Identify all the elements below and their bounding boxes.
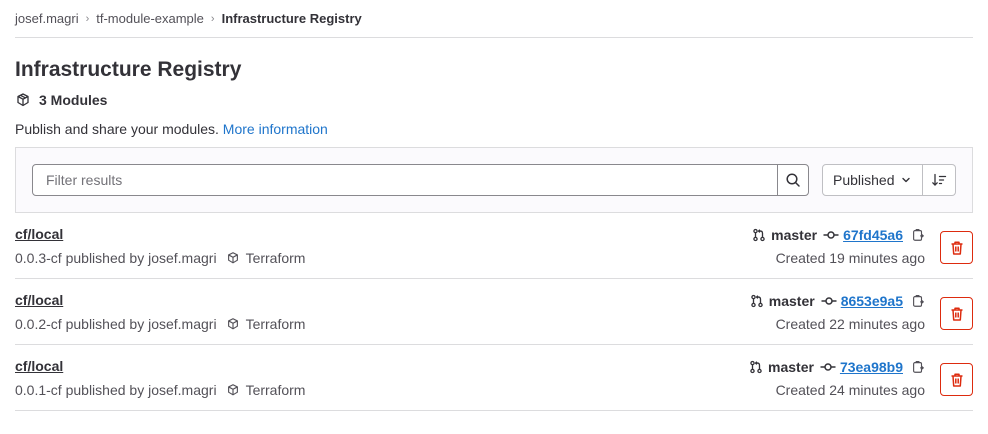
terraform-icon — [226, 317, 240, 331]
branch-name: master — [771, 227, 818, 243]
delete-button[interactable] — [940, 363, 973, 396]
copy-icon[interactable] — [911, 228, 925, 242]
more-information-link[interactable]: More information — [223, 121, 328, 137]
search-box — [32, 164, 809, 196]
package-icon — [15, 92, 31, 108]
terraform-icon — [226, 383, 240, 397]
module-source: master 67fd45a6 — [752, 226, 925, 244]
branch-name: master — [768, 359, 814, 375]
breadcrumb-user[interactable]: josef.magri — [15, 11, 79, 26]
module-count: 3 Modules — [15, 91, 973, 109]
merge-request-icon — [750, 294, 764, 308]
module-row: cf/local 0.0.1-cf published by josef.mag… — [15, 345, 973, 411]
commit-sha-link[interactable]: 73ea98b9 — [840, 359, 903, 375]
created-time: Created 24 minutes ago — [775, 382, 925, 398]
chevron-down-icon — [900, 174, 912, 186]
delete-button[interactable] — [940, 231, 973, 264]
sort-lowest-icon — [931, 172, 947, 188]
trash-icon — [949, 306, 965, 322]
page-title: Infrastructure Registry — [15, 58, 242, 81]
copy-icon[interactable] — [911, 360, 925, 374]
module-source: master 8653e9a5 — [750, 292, 925, 310]
module-name-link[interactable]: cf/local — [15, 226, 63, 242]
sort-control: Published — [822, 164, 956, 196]
module-meta: 0.0.2-cf published by josef.magri Terraf… — [15, 316, 305, 332]
sort-label: Published — [833, 172, 895, 188]
module-source: master 73ea98b9 — [749, 358, 925, 376]
module-count-label: 3 Modules — [39, 92, 108, 108]
search-icon — [785, 172, 801, 188]
module-name-link[interactable]: cf/local — [15, 292, 63, 308]
branch-name: master — [768, 293, 815, 309]
module-row: cf/local 0.0.2-cf published by josef.mag… — [15, 279, 973, 345]
page-description: Publish and share your modules. More inf… — [15, 120, 973, 138]
breadcrumb-separator-icon: › — [210, 12, 215, 25]
page-container: josef.magri › tf-module-example › Infras… — [15, 0, 973, 411]
commit-icon — [821, 295, 837, 307]
trash-icon — [949, 372, 965, 388]
commit-icon — [823, 229, 839, 241]
breadcrumb: josef.magri › tf-module-example › Infras… — [15, 0, 973, 38]
terraform-icon — [226, 251, 240, 265]
module-type: Terraform — [245, 316, 306, 332]
sort-direction-button[interactable] — [923, 164, 956, 196]
description-text: Publish and share your modules. — [15, 121, 219, 137]
sort-dropdown[interactable]: Published — [822, 164, 923, 196]
commit-sha-link[interactable]: 8653e9a5 — [841, 293, 903, 309]
filter-input[interactable] — [33, 165, 777, 195]
module-name-link[interactable]: cf/local — [15, 358, 63, 374]
delete-button[interactable] — [940, 297, 973, 330]
module-meta: 0.0.3-cf published by josef.magri Terraf… — [15, 250, 305, 266]
module-meta: 0.0.1-cf published by josef.magri Terraf… — [15, 382, 305, 398]
merge-request-icon — [752, 228, 766, 242]
module-version-publisher: 0.0.1-cf published by josef.magri — [15, 382, 217, 398]
created-time: Created 19 minutes ago — [775, 250, 925, 266]
search-button[interactable] — [777, 165, 808, 195]
merge-request-icon — [749, 360, 763, 374]
module-version-publisher: 0.0.2-cf published by josef.magri — [15, 316, 217, 332]
breadcrumb-separator-icon: › — [85, 12, 90, 25]
module-details: master 67fd45a6 Created 19 minutes ago — [752, 226, 925, 266]
module-row: cf/local 0.0.3-cf published by josef.mag… — [15, 213, 973, 279]
filter-bar: Published — [15, 147, 973, 213]
module-version-publisher: 0.0.3-cf published by josef.magri — [15, 250, 217, 266]
commit-sha-link[interactable]: 67fd45a6 — [843, 227, 903, 243]
copy-icon[interactable] — [911, 294, 925, 308]
commit-icon — [820, 361, 836, 373]
module-type: Terraform — [245, 250, 306, 266]
created-time: Created 22 minutes ago — [775, 316, 925, 332]
trash-icon — [949, 240, 965, 256]
module-list: cf/local 0.0.3-cf published by josef.mag… — [15, 213, 973, 411]
breadcrumb-project[interactable]: tf-module-example — [96, 11, 204, 26]
module-type: Terraform — [245, 382, 306, 398]
module-details: master 8653e9a5 Created 22 minutes ago — [750, 292, 925, 332]
breadcrumb-current[interactable]: Infrastructure Registry — [222, 11, 362, 26]
module-details: master 73ea98b9 Created 24 minutes ago — [749, 358, 925, 398]
